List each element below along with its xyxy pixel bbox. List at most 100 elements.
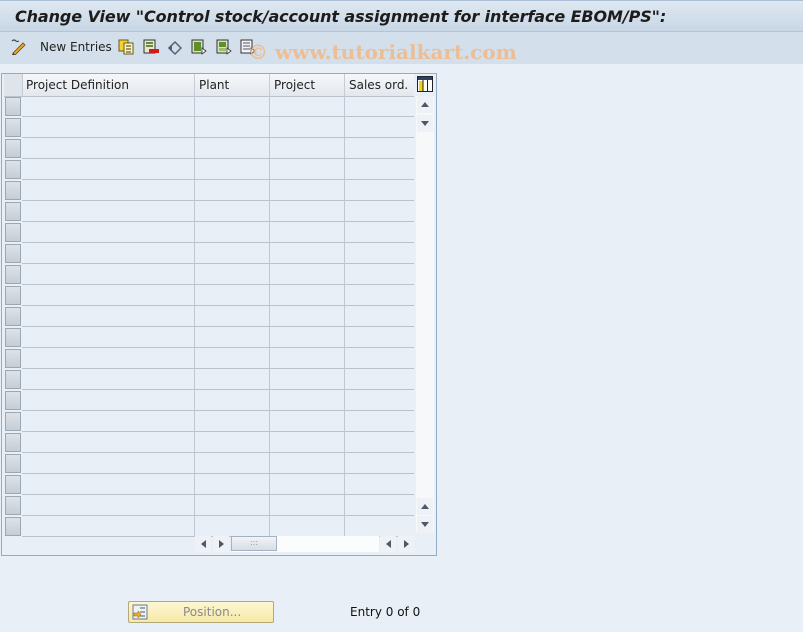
cell-plant[interactable]: [195, 495, 270, 516]
scroll-up-button[interactable]: [417, 96, 433, 113]
cell-sales-order[interactable]: [345, 432, 414, 453]
cell-project-definition[interactable]: [22, 348, 195, 369]
cell-sales-order[interactable]: [345, 243, 414, 264]
cell-project-definition[interactable]: [22, 264, 195, 285]
column-header-sales-order[interactable]: Sales ord.: [345, 74, 414, 96]
cell-sales-order[interactable]: [345, 306, 414, 327]
table-settings-button[interactable]: [417, 76, 433, 92]
cell-project-definition[interactable]: [22, 327, 195, 348]
cell-project[interactable]: [270, 222, 345, 243]
cell-project[interactable]: [270, 243, 345, 264]
horizontal-scrollbar[interactable]: :::: [195, 535, 415, 553]
cell-sales-order[interactable]: [345, 474, 414, 495]
row-selector[interactable]: [5, 349, 21, 368]
cell-project-definition[interactable]: [22, 474, 195, 495]
cell-sales-order[interactable]: [345, 222, 414, 243]
column-header-plant[interactable]: Plant: [195, 74, 270, 96]
scroll-page-down-button[interactable]: [417, 516, 433, 533]
cell-sales-order[interactable]: [345, 96, 414, 117]
vertical-scrollbar[interactable]: [416, 96, 434, 533]
cell-project[interactable]: [270, 180, 345, 201]
scroll-right-button[interactable]: [398, 536, 414, 552]
cell-plant[interactable]: [195, 222, 270, 243]
cell-project-definition[interactable]: [22, 117, 195, 138]
cell-sales-order[interactable]: [345, 180, 414, 201]
cell-sales-order[interactable]: [345, 453, 414, 474]
cell-plant[interactable]: [195, 327, 270, 348]
cell-sales-order[interactable]: [345, 516, 414, 537]
cell-project[interactable]: [270, 96, 345, 117]
row-selector[interactable]: [5, 496, 21, 515]
cell-plant[interactable]: [195, 390, 270, 411]
cell-plant[interactable]: [195, 369, 270, 390]
cell-sales-order[interactable]: [345, 285, 414, 306]
row-selector[interactable]: [5, 202, 21, 221]
cell-project-definition[interactable]: [22, 285, 195, 306]
row-selector[interactable]: [5, 118, 21, 137]
scroll-left-button[interactable]: [380, 536, 396, 552]
cell-project[interactable]: [270, 474, 345, 495]
cell-project[interactable]: [270, 306, 345, 327]
scroll-down-button[interactable]: [417, 115, 433, 132]
cell-project[interactable]: [270, 390, 345, 411]
cell-plant[interactable]: [195, 306, 270, 327]
row-selector[interactable]: [5, 391, 21, 410]
cell-plant[interactable]: [195, 117, 270, 138]
cell-plant[interactable]: [195, 138, 270, 159]
cell-project[interactable]: [270, 327, 345, 348]
cell-project-definition[interactable]: [22, 138, 195, 159]
cell-project[interactable]: [270, 348, 345, 369]
cell-project-definition[interactable]: [22, 96, 195, 117]
undo-change-button[interactable]: [167, 38, 183, 56]
cell-project-definition[interactable]: [22, 369, 195, 390]
cell-plant[interactable]: [195, 348, 270, 369]
row-selector[interactable]: [5, 328, 21, 347]
cell-plant[interactable]: [195, 516, 270, 537]
cell-sales-order[interactable]: [345, 369, 414, 390]
cell-plant[interactable]: [195, 96, 270, 117]
cell-sales-order[interactable]: [345, 411, 414, 432]
cell-sales-order[interactable]: [345, 495, 414, 516]
cell-project[interactable]: [270, 516, 345, 537]
cell-sales-order[interactable]: [345, 327, 414, 348]
row-selector[interactable]: [5, 139, 21, 158]
cell-project[interactable]: [270, 201, 345, 222]
cell-project[interactable]: [270, 264, 345, 285]
cell-project[interactable]: [270, 285, 345, 306]
cell-plant[interactable]: [195, 159, 270, 180]
cell-sales-order[interactable]: [345, 348, 414, 369]
cell-sales-order[interactable]: [345, 390, 414, 411]
cell-project-definition[interactable]: [22, 201, 195, 222]
cell-sales-order[interactable]: [345, 201, 414, 222]
column-header-project[interactable]: Project: [270, 74, 345, 96]
cell-project-definition[interactable]: [22, 180, 195, 201]
select-all-rows-corner[interactable]: [4, 74, 23, 96]
row-selector[interactable]: [5, 286, 21, 305]
cell-project[interactable]: [270, 411, 345, 432]
cell-sales-order[interactable]: [345, 264, 414, 285]
cell-project-definition[interactable]: [22, 222, 195, 243]
row-selector[interactable]: [5, 454, 21, 473]
cell-project[interactable]: [270, 159, 345, 180]
row-selector[interactable]: [5, 412, 21, 431]
cell-project[interactable]: [270, 138, 345, 159]
cell-plant[interactable]: [195, 285, 270, 306]
cell-project-definition[interactable]: [22, 159, 195, 180]
cell-project[interactable]: [270, 117, 345, 138]
row-selector[interactable]: [5, 265, 21, 284]
cell-project-definition[interactable]: [22, 516, 195, 537]
cell-sales-order[interactable]: [345, 159, 414, 180]
cell-plant[interactable]: [195, 264, 270, 285]
scroll-page-up-button[interactable]: [417, 498, 433, 515]
cell-project-definition[interactable]: [22, 390, 195, 411]
cell-project-definition[interactable]: [22, 411, 195, 432]
edit-toggle-button[interactable]: [10, 38, 28, 56]
cell-project[interactable]: [270, 369, 345, 390]
row-selector[interactable]: [5, 244, 21, 263]
cell-project[interactable]: [270, 432, 345, 453]
cell-plant[interactable]: [195, 243, 270, 264]
cell-project-definition[interactable]: [22, 495, 195, 516]
cell-sales-order[interactable]: [345, 138, 414, 159]
cell-plant[interactable]: [195, 201, 270, 222]
scroll-left-first-button[interactable]: [195, 536, 211, 552]
